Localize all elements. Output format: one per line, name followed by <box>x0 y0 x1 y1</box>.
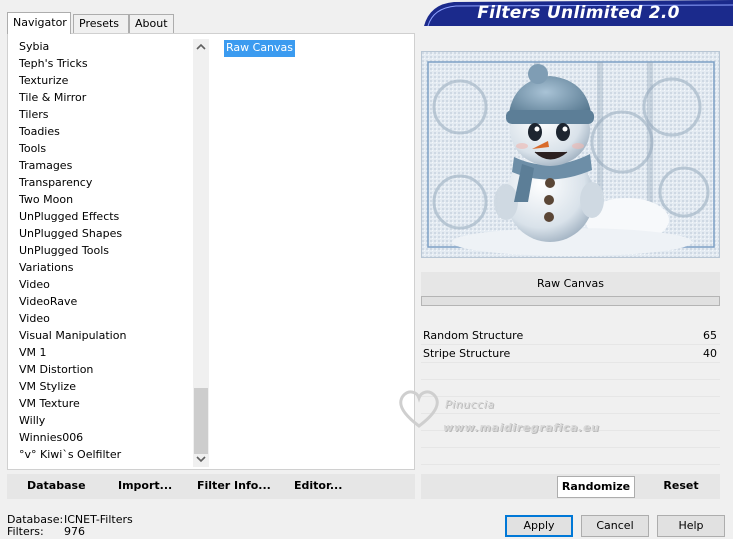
category-item[interactable]: Two Moon <box>8 191 193 208</box>
chevron-down-icon[interactable] <box>193 451 209 467</box>
parameter-row[interactable]: Stripe Structure 40 <box>421 345 720 363</box>
category-item[interactable]: UnPlugged Shapes <box>8 225 193 242</box>
filter-name-label: Raw Canvas <box>421 272 720 298</box>
chevron-up-icon[interactable] <box>193 39 209 55</box>
database-button[interactable]: Database <box>27 479 86 492</box>
category-item[interactable]: Video <box>8 310 193 327</box>
category-item[interactable]: °v° Kiwi`s Oelfilter <box>8 446 193 463</box>
parameter-name: Stripe Structure <box>423 347 511 360</box>
parameter-row[interactable]: Random Structure 65 <box>421 327 720 345</box>
category-item[interactable]: Transparency <box>8 174 193 191</box>
status-filters-value: 976 <box>64 525 85 538</box>
cancel-button[interactable]: Cancel <box>581 515 649 537</box>
reset-button[interactable]: Reset <box>649 476 713 498</box>
category-list[interactable]: Sybia Teph's Tricks Texturize Tile & Mir… <box>8 38 193 463</box>
category-item[interactable]: Tramages <box>8 157 193 174</box>
filter-list[interactable]: Raw Canvas <box>224 40 414 57</box>
parameter-list: Random Structure 65 Stripe Structure 40 <box>421 327 720 465</box>
help-button[interactable]: Help <box>657 515 725 537</box>
parameter-row-empty <box>421 414 720 431</box>
preview-image <box>421 51 720 258</box>
category-item[interactable]: VM Texture <box>8 395 193 412</box>
parameter-row-empty <box>421 397 720 414</box>
navigator-toolbar: Database Import... Filter Info... Editor… <box>7 474 415 499</box>
category-item[interactable]: VideoRave <box>8 293 193 310</box>
category-item[interactable]: Tile & Mirror <box>8 89 193 106</box>
filter-info-button[interactable]: Filter Info... <box>197 479 271 492</box>
category-scrollbar[interactable] <box>193 39 209 467</box>
parameter-name: Random Structure <box>423 329 524 342</box>
scroll-thumb[interactable] <box>194 388 208 454</box>
category-item[interactable]: VM Distortion <box>8 361 193 378</box>
tab-navigator[interactable]: Navigator <box>7 12 71 34</box>
apply-button[interactable]: Apply <box>505 515 573 537</box>
tab-about[interactable]: About <box>129 14 174 33</box>
category-item[interactable]: Teph's Tricks <box>8 55 193 72</box>
category-item[interactable]: Visual Manipulation <box>8 327 193 344</box>
category-item[interactable]: Toadies <box>8 123 193 140</box>
category-item[interactable]: Video <box>8 276 193 293</box>
import-button[interactable]: Import... <box>118 479 172 492</box>
category-item[interactable]: Texturize <box>8 72 193 89</box>
category-item[interactable]: UnPlugged Tools <box>8 242 193 259</box>
category-item[interactable]: UnPlugged Effects <box>8 208 193 225</box>
parameter-row-empty <box>421 431 720 448</box>
tab-presets[interactable]: Presets <box>73 14 129 33</box>
randomize-button[interactable]: Randomize <box>557 476 635 498</box>
banner-title: Filters Unlimited 2.0 <box>477 3 680 23</box>
parameter-value[interactable]: 40 <box>703 345 717 363</box>
title-banner: Filters Unlimited 2.0 <box>424 0 733 26</box>
status-filters-label: Filters: <box>7 525 44 538</box>
progress-bar <box>421 296 720 306</box>
parameter-toolbar: Randomize Reset <box>421 474 720 499</box>
snowman-preview <box>422 52 719 257</box>
parameter-value[interactable]: 65 <box>703 327 717 345</box>
category-item[interactable]: Variations <box>8 259 193 276</box>
parameter-row-empty <box>421 363 720 380</box>
category-item[interactable]: Winnies006 <box>8 429 193 446</box>
navigator-panel: Sybia Teph's Tricks Texturize Tile & Mir… <box>7 33 415 470</box>
category-item[interactable]: Tilers <box>8 106 193 123</box>
category-item[interactable]: Willy <box>8 412 193 429</box>
parameter-row-empty <box>421 380 720 397</box>
editor-button[interactable]: Editor... <box>294 479 342 492</box>
category-item[interactable]: VM Stylize <box>8 378 193 395</box>
category-item[interactable]: Tools <box>8 140 193 157</box>
parameter-row-empty <box>421 448 720 465</box>
category-item[interactable]: Sybia <box>8 38 193 55</box>
filter-item-raw-canvas[interactable]: Raw Canvas <box>224 40 296 57</box>
category-item[interactable]: VM 1 <box>8 344 193 361</box>
